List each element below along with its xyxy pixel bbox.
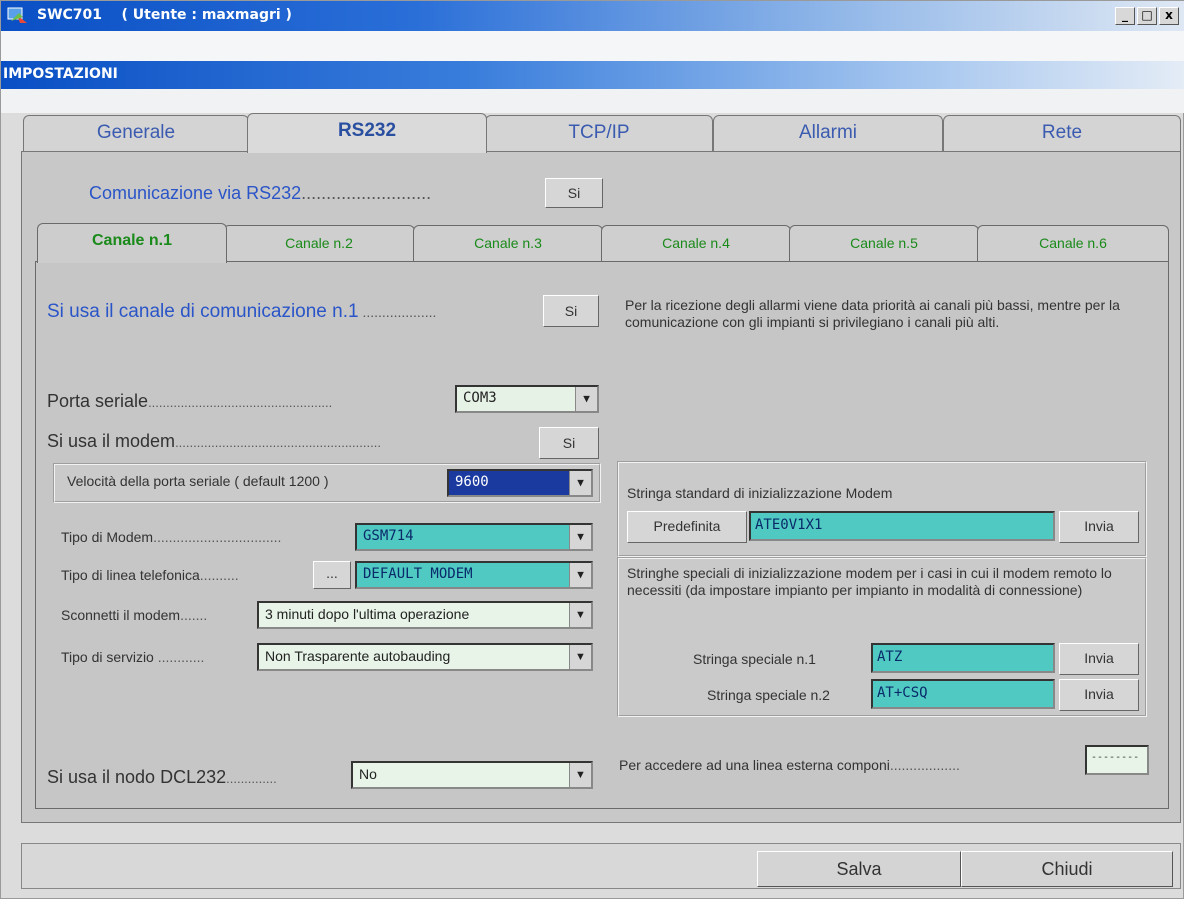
dcl-label: Si usa il nodo DCL232.............. [47, 767, 277, 788]
speed-select[interactable]: 9600 ▼ [447, 469, 593, 497]
use-modem-text: Si usa il modem [47, 431, 176, 451]
special-string-1-input[interactable]: ATZ [871, 643, 1055, 673]
send-init-standard-button[interactable]: Invia [1059, 511, 1139, 543]
speed-value: 9600 [455, 474, 489, 490]
default-init-button[interactable]: Predefinita [627, 511, 747, 543]
line-type-browse-button[interactable]: ... [313, 561, 351, 589]
leader-dots: ....... [180, 607, 208, 623]
init-standard-input[interactable]: ATE0V1X1 [749, 511, 1055, 541]
leader-dots: .............. [226, 771, 277, 786]
modem-type-value: GSM714 [363, 528, 414, 544]
leader-dots: .......... [199, 567, 239, 583]
line-type-label: Tipo di linea telefonica.......... [61, 567, 239, 583]
disconnect-select[interactable]: 3 minuti dopo l'ultima operazione ▼ [257, 601, 593, 629]
leader-dots: .......................... [301, 183, 432, 203]
save-button[interactable]: Salva [757, 851, 961, 887]
modem-type-label: Tipo di Modem...........................… [61, 529, 281, 545]
speed-label: Velocità della porta seriale ( default 1… [67, 473, 329, 489]
send-special-2-button[interactable]: Invia [1059, 679, 1139, 711]
window-controls: _ □ x [1115, 7, 1179, 25]
tab-canale-5[interactable]: Canale n.5 [789, 225, 979, 261]
dropdown-arrow-icon[interactable]: ▼ [569, 525, 591, 549]
leader-dots: ................... [358, 304, 437, 320]
init-standard-title: Stringa standard di inizializzazione Mod… [627, 485, 893, 501]
rs232-comm-label: Comunicazione via RS232.................… [89, 183, 431, 204]
leader-dots: .................. [889, 757, 960, 773]
leader-dots: ........................................… [175, 435, 381, 450]
tab-generale[interactable]: Generale [23, 115, 249, 151]
leader-dots: ................................. [153, 529, 282, 545]
send-special-1-button[interactable]: Invia [1059, 643, 1139, 675]
tab-rete[interactable]: Rete [943, 115, 1181, 151]
disconnect-value: 3 minuti dopo l'ultima operazione [265, 606, 470, 622]
disconnect-text: Sconnetti il modem [61, 607, 181, 623]
spacer-band [1, 89, 1184, 113]
dropdown-arrow-icon[interactable]: ▼ [569, 763, 591, 787]
close-window-button[interactable]: x [1159, 7, 1179, 25]
external-line-text: Per accedere ad una linea esterna compon… [619, 757, 890, 773]
serial-port-label: Porta seriale...........................… [47, 391, 332, 412]
tab-canale-2[interactable]: Canale n.2 [223, 225, 415, 261]
tab-canale-1[interactable]: Canale n.1 [37, 223, 227, 263]
modem-type-select[interactable]: GSM714 ▼ [355, 523, 593, 551]
special-string-1-label: Stringa speciale n.1 [693, 651, 816, 667]
tab-allarmi[interactable]: Allarmi [713, 115, 943, 151]
priority-note: Per la ricezione degli allarmi viene dat… [625, 297, 1120, 330]
external-line-input[interactable]: -------- [1085, 745, 1149, 775]
rs232-comm-toggle[interactable]: Si [545, 178, 603, 208]
line-type-value: DEFAULT MODEM [363, 566, 473, 582]
dcl-select[interactable]: No ▼ [351, 761, 593, 789]
service-value: Non Trasparente autobauding [265, 648, 451, 664]
service-text: Tipo di servizio [61, 649, 154, 665]
external-line-label: Per accedere ad una linea esterna compon… [619, 757, 960, 773]
section-title: IMPOSTAZIONI [3, 66, 118, 82]
dropdown-arrow-icon[interactable]: ▼ [575, 387, 597, 411]
tab-canale-4[interactable]: Canale n.4 [601, 225, 791, 261]
serial-port-select[interactable]: COM3 ▼ [455, 385, 599, 413]
dcl-value: No [359, 766, 377, 782]
dropdown-arrow-icon[interactable]: ▼ [569, 603, 591, 627]
app-window: SWC701 ( Utente : maxmagri ) _ □ x IMPOS… [0, 0, 1184, 899]
rs232-comm-text: Comunicazione via RS232 [89, 183, 302, 203]
maximize-button[interactable]: □ [1137, 7, 1157, 25]
use-modem-label: Si usa il modem.........................… [47, 431, 381, 452]
use-channel-toggle[interactable]: Si [543, 295, 599, 327]
modem-type-text: Tipo di Modem [61, 529, 154, 545]
serial-port-value: COM3 [463, 390, 497, 406]
window-title: SWC701 ( Utente : maxmagri ) [37, 7, 292, 23]
use-channel-label: Si usa il canale di comunicazione n.1 ..… [47, 301, 436, 323]
init-special-description: Stringhe speciali di inizializzazione mo… [627, 565, 1112, 598]
serial-port-text: Porta seriale [47, 391, 149, 411]
tab-canale-6[interactable]: Canale n.6 [977, 225, 1169, 261]
app-icon [7, 7, 27, 23]
use-channel-text: Si usa il canale di comunicazione n.1 [47, 301, 359, 322]
service-select[interactable]: Non Trasparente autobauding ▼ [257, 643, 593, 671]
special-string-2-label: Stringa speciale n.2 [707, 687, 830, 703]
line-type-text: Tipo di linea telefonica [61, 567, 200, 583]
line-type-select[interactable]: DEFAULT MODEM ▼ [355, 561, 593, 589]
leader-dots: ............ [153, 649, 205, 665]
special-string-2-input[interactable]: AT+CSQ [871, 679, 1055, 709]
disconnect-label: Sconnetti il modem....... [61, 607, 207, 623]
dcl-text: Si usa il nodo DCL232 [47, 767, 227, 787]
service-label: Tipo di servizio ............ [61, 649, 204, 665]
leader-dots: ........................................… [148, 395, 333, 410]
dropdown-arrow-icon[interactable]: ▼ [569, 645, 591, 669]
close-button[interactable]: Chiudi [961, 851, 1173, 887]
section-bar [1, 61, 1184, 89]
tab-rs232[interactable]: RS232 [247, 113, 487, 153]
tab-canale-3[interactable]: Canale n.3 [413, 225, 603, 261]
minimize-button[interactable]: _ [1115, 7, 1135, 25]
tab-tcpip[interactable]: TCP/IP [485, 115, 713, 151]
menu-band [1, 31, 1184, 61]
dropdown-arrow-icon[interactable]: ▼ [569, 471, 591, 495]
dropdown-arrow-icon[interactable]: ▼ [569, 563, 591, 587]
use-modem-toggle[interactable]: Si [539, 427, 599, 459]
